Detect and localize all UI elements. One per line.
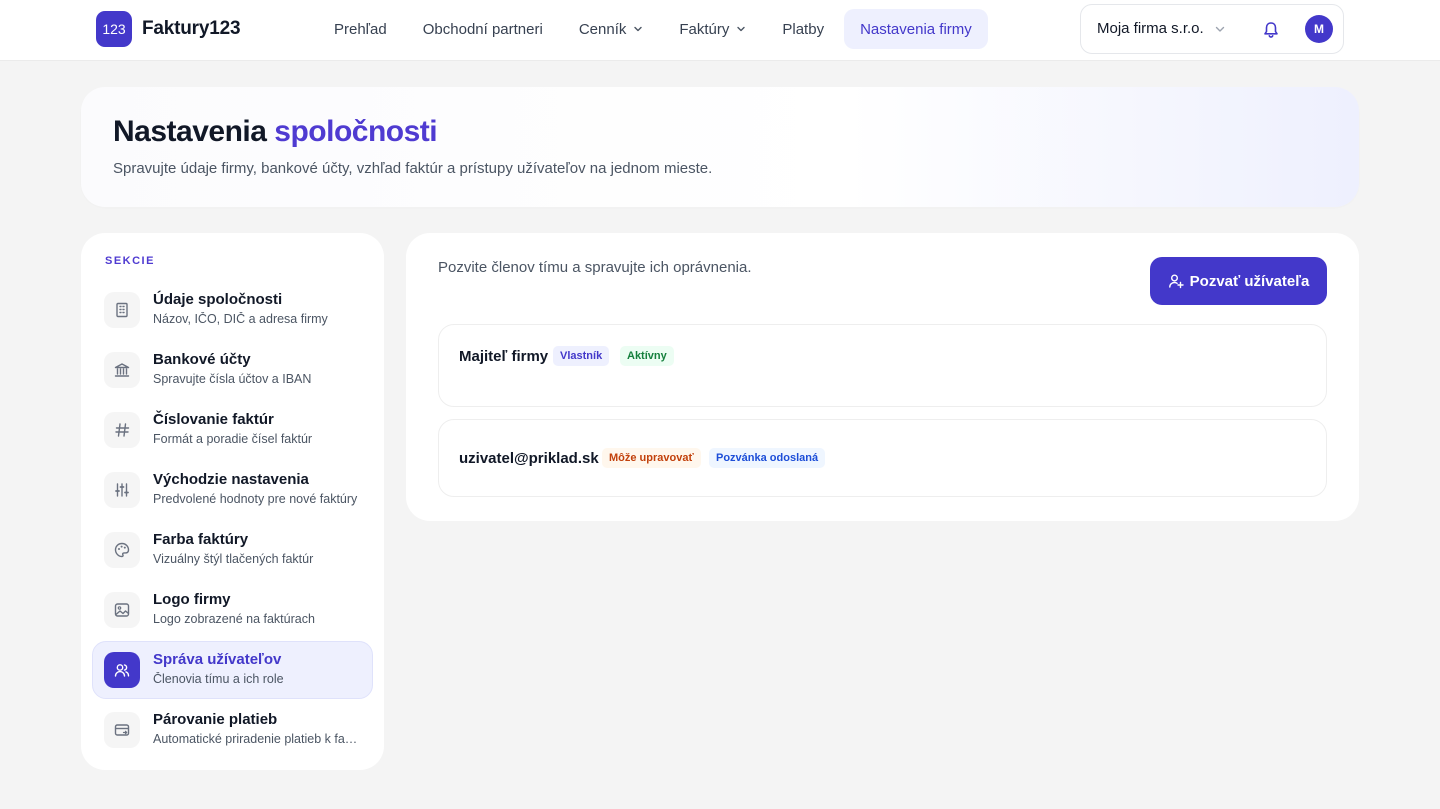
bank-icon bbox=[104, 352, 140, 388]
sidebar-item-title: Logo firmy bbox=[153, 591, 231, 608]
sidebar-item-desc: Vizuálny štýl tlačených faktúr bbox=[153, 552, 314, 566]
title-main: Nastavenia bbox=[113, 115, 267, 148]
sidebar-item-title: Správa užívateľov bbox=[153, 651, 282, 668]
sidebar-item-desc: Členovia tímu a ich role bbox=[153, 672, 284, 686]
chevron-down-icon bbox=[737, 26, 746, 32]
sidebar-item-desc: Formát a poradie čísel faktúr bbox=[153, 432, 313, 446]
user-name: Majiteľ firmy bbox=[459, 348, 549, 365]
nav-item-overview[interactable]: Prehľad bbox=[318, 9, 403, 49]
card-icon bbox=[104, 712, 140, 748]
nav-label: Prehľad bbox=[334, 20, 387, 38]
hash-icon bbox=[104, 412, 140, 448]
user-avatar[interactable]: M bbox=[1305, 15, 1333, 43]
nav-item-invoices[interactable]: Faktúry bbox=[663, 9, 762, 49]
logo-badge: 123 bbox=[96, 11, 132, 47]
nav-item-company-settings[interactable]: Nastavenia firmy bbox=[844, 9, 988, 49]
title-accent: spoločnosti bbox=[274, 115, 438, 148]
nav-label: Obchodní partneri bbox=[422, 20, 543, 38]
sidebar-item-bank-accounts[interactable]: Bankové účty Spravujte čísla účtov a IBA… bbox=[92, 341, 373, 399]
nav-item-pricelist[interactable]: Cenník bbox=[563, 9, 660, 49]
status-badge: Aktívny bbox=[620, 346, 674, 366]
app-name: Faktury123 bbox=[142, 18, 241, 39]
image-icon bbox=[104, 592, 140, 628]
app-logo[interactable]: 123 Faktury123 bbox=[96, 11, 241, 47]
settings-sidebar: SEKCIE Údaje spoločnosti Názov, IČO, DIČ… bbox=[81, 233, 384, 770]
users-icon bbox=[104, 652, 140, 688]
sidebar-item-company-details[interactable]: Údaje spoločnosti Názov, IČO, DIČ a adre… bbox=[92, 281, 373, 339]
sidebar-item-title: Východzie nastavenia bbox=[153, 471, 309, 488]
sidebar-item-invoice-numbering[interactable]: Číslovanie faktúr Formát a poradie čísel… bbox=[92, 401, 373, 459]
sidebar-item-desc: Predvolené hodnoty pre nové faktúry bbox=[153, 492, 358, 506]
bell-icon[interactable] bbox=[1261, 20, 1281, 40]
user-card[interactable]: uzivatel@priklad.sk Môže upravovať Pozvá… bbox=[438, 419, 1327, 497]
sidebar-item-desc: Názov, IČO, DIČ a adresa firmy bbox=[153, 312, 328, 326]
user-management-panel: Pozvite členov tímu a spravujte ich oprá… bbox=[406, 233, 1359, 521]
invite-user-button[interactable]: Pozvať užívateľa bbox=[1150, 257, 1327, 305]
company-name: Moja firma s.r.o. bbox=[1097, 20, 1204, 37]
nav-label: Nastavenia firmy bbox=[860, 20, 972, 38]
role-badge: Môže upravovať bbox=[602, 448, 701, 468]
main-nav: Prehľad Obchodní partneri Cenník Faktúry… bbox=[318, 9, 992, 49]
sidebar-item-title: Bankové účty bbox=[153, 351, 251, 368]
user-card[interactable]: Majiteľ firmy Vlastník Aktívny bbox=[438, 324, 1327, 407]
page-subtitle: Spravujte údaje firmy, bankové účty, vzh… bbox=[113, 160, 713, 177]
panel-intro: Pozvite členov tímu a spravujte ich oprá… bbox=[438, 259, 752, 276]
nav-label: Faktúry bbox=[679, 20, 730, 38]
user-email: uzivatel@priklad.sk bbox=[459, 450, 599, 467]
sidebar-item-user-management[interactable]: Správa užívateľov Členovia tímu a ich ro… bbox=[92, 641, 373, 699]
chevron-down-icon bbox=[634, 26, 643, 32]
sidebar-item-default-settings[interactable]: Východzie nastavenia Predvolené hodnoty … bbox=[92, 461, 373, 519]
sidebar-item-payment-matching[interactable]: Párovanie platieb Automatické priradenie… bbox=[92, 701, 373, 759]
role-badge: Vlastník bbox=[553, 346, 610, 366]
sidebar-item-desc: Spravujte čísla účtov a IBAN bbox=[153, 372, 312, 386]
sidebar-item-title: Párovanie platieb bbox=[153, 711, 278, 728]
status-badge: Pozvánka odoslaná bbox=[709, 448, 826, 468]
user-plus-icon bbox=[1168, 274, 1184, 289]
nav-item-partners[interactable]: Obchodní partneri bbox=[407, 9, 559, 49]
page-header: Nastavenia spoločnosti Spravujte údaje f… bbox=[81, 87, 1359, 207]
sidebar-item-company-logo[interactable]: Logo firmy Logo zobrazené na faktúrach bbox=[92, 581, 373, 639]
invite-user-label: Pozvať užívateľa bbox=[1189, 272, 1310, 290]
palette-icon bbox=[104, 532, 140, 568]
sidebar-item-title: Číslovanie faktúr bbox=[153, 411, 274, 428]
sidebar-item-invoice-color[interactable]: Farba faktúry Vizuálny štýl tlačených fa… bbox=[92, 521, 373, 579]
sidebar-item-title: Údaje spoločnosti bbox=[153, 291, 283, 308]
sidebar-section-label: SEKCIE bbox=[105, 255, 155, 267]
nav-item-payments[interactable]: Platby bbox=[766, 9, 840, 49]
account-box: Moja firma s.r.o. M bbox=[1080, 4, 1344, 54]
sidebar-item-desc: Logo zobrazené na faktúrach bbox=[153, 612, 315, 626]
nav-label: Platby bbox=[782, 20, 825, 38]
page-title: Nastavenia spoločnosti bbox=[113, 115, 438, 149]
sidebar-item-title: Farba faktúry bbox=[153, 531, 249, 548]
building-icon bbox=[104, 292, 140, 328]
sliders-icon bbox=[104, 472, 140, 508]
top-navigation-bar: 123 Faktury123 Prehľad Obchodní partneri… bbox=[0, 0, 1440, 61]
sidebar-item-desc: Automatické priradenie platieb k faktúra… bbox=[153, 732, 363, 746]
chevron-down-icon bbox=[1215, 26, 1224, 32]
nav-label: Cenník bbox=[578, 20, 627, 38]
company-switcher[interactable]: Moja firma s.r.o. bbox=[1097, 20, 1226, 37]
